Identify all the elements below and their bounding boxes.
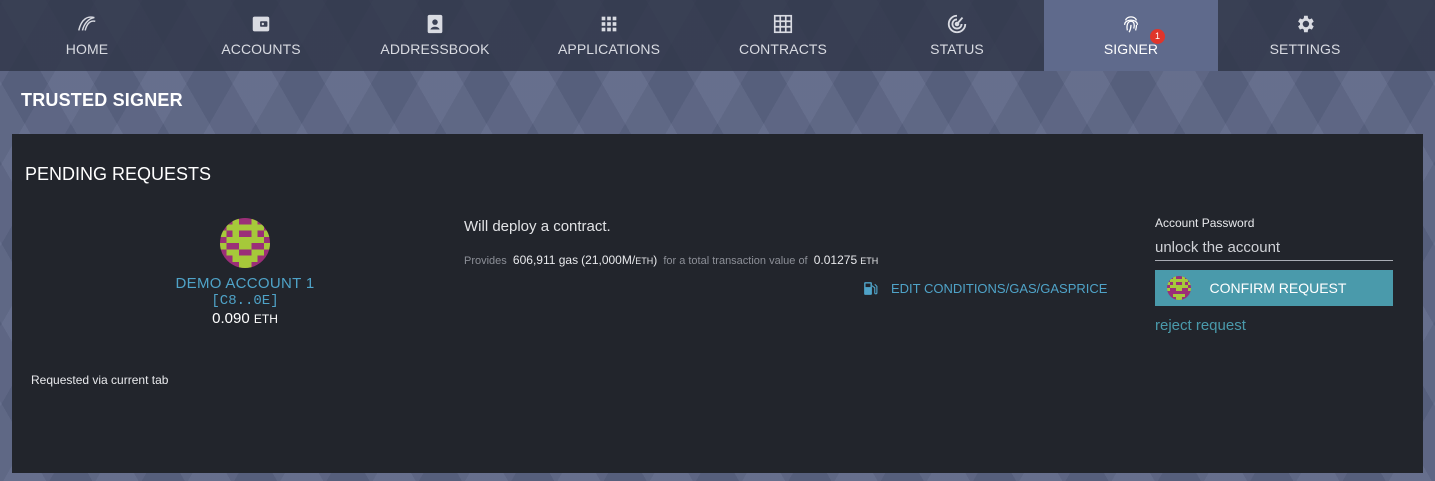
tab-home[interactable]: HOME <box>0 0 174 71</box>
tab-settings[interactable]: SETTINGS <box>1218 0 1392 71</box>
pending-requests-panel: PENDING REQUESTS DEMO ACCOUNT 1 [C8..0E]… <box>12 134 1423 473</box>
gas-price-close: ) <box>653 253 658 267</box>
gas-price: (21,000M/ <box>581 253 636 267</box>
gas-pump-icon <box>864 282 878 295</box>
confirm-request-button[interactable]: CONFIRM REQUEST <box>1155 270 1393 306</box>
tab-label: HOME <box>65 41 109 57</box>
gas-amount: 606,911 gas <box>512 253 579 267</box>
total-value: 0.01275 <box>813 253 858 267</box>
account-identicon-small <box>1167 276 1191 300</box>
tab-label: CONTRACTS <box>738 41 827 57</box>
provides-label: Provides <box>464 255 507 267</box>
request-description: Will deploy a contract. <box>464 218 611 235</box>
tab-applications[interactable]: APPLICATIONS <box>522 0 696 71</box>
balance-value: 0.090 <box>212 310 250 327</box>
gas-price-unit: ETH <box>635 256 654 266</box>
account-balance: 0.090 ETH <box>162 310 328 327</box>
panel-title: PENDING REQUESTS <box>25 164 212 184</box>
request-detail: Provides 606,911 gas (21,000M/ETH) for a… <box>464 253 878 267</box>
account-identicon <box>220 218 270 268</box>
fingerprint-icon <box>1123 16 1139 33</box>
tab-signer[interactable]: SIGNER 1 <box>1044 0 1218 71</box>
edit-conditions-label: EDIT CONDITIONS/GAS/GASPRICE <box>891 281 1108 296</box>
radar-icon <box>947 14 967 34</box>
password-label: Account Password <box>1155 216 1255 230</box>
tab-label: SETTINGS <box>1269 41 1341 57</box>
total-unit: ETH <box>860 256 879 266</box>
reject-request-link[interactable]: reject request <box>1155 317 1246 334</box>
tab-contracts[interactable]: CONTRACTS <box>696 0 870 71</box>
tab-label: ADDRESSBOOK <box>380 41 490 57</box>
notification-badge: 1 <box>1150 29 1165 44</box>
contact-card-icon <box>427 14 443 34</box>
tab-accounts[interactable]: ACCOUNTS <box>174 0 348 71</box>
tab-label: ACCOUNTS <box>221 41 301 57</box>
requested-via-text: Requested via current tab <box>31 373 169 387</box>
total-label: for a total transaction value of <box>663 255 808 267</box>
tab-addressbook[interactable]: ADDRESSBOOK <box>348 0 522 71</box>
parity-logo-icon <box>78 16 96 31</box>
page-title: TRUSTED SIGNER <box>21 90 183 110</box>
tab-label: APPLICATIONS <box>557 41 661 57</box>
apps-grid-icon <box>601 16 617 32</box>
account-name[interactable]: DEMO ACCOUNT 1 <box>162 275 328 292</box>
table-grid-icon <box>773 14 793 34</box>
gear-icon <box>1298 15 1314 33</box>
tab-bar: HOME ACCOUNTS ADDRESSBOOK APPLICATIONS C… <box>0 0 1435 71</box>
tab-label: SIGNER <box>1103 41 1159 57</box>
tab-bar-filler <box>1392 0 1435 71</box>
tab-label: STATUS <box>930 41 984 57</box>
edit-conditions-link[interactable]: EDIT CONDITIONS/GAS/GASPRICE <box>862 280 1107 297</box>
password-input[interactable] <box>1155 234 1393 261</box>
account-address: [C8..0E] <box>211 293 279 309</box>
tab-status[interactable]: STATUS <box>870 0 1044 71</box>
wallet-icon <box>252 16 270 32</box>
confirm-request-label: CONFIRM REQUEST <box>1209 280 1347 296</box>
balance-unit: ETH <box>253 312 278 326</box>
account-block: DEMO ACCOUNT 1 [C8..0E] 0.090 ETH <box>162 218 328 327</box>
